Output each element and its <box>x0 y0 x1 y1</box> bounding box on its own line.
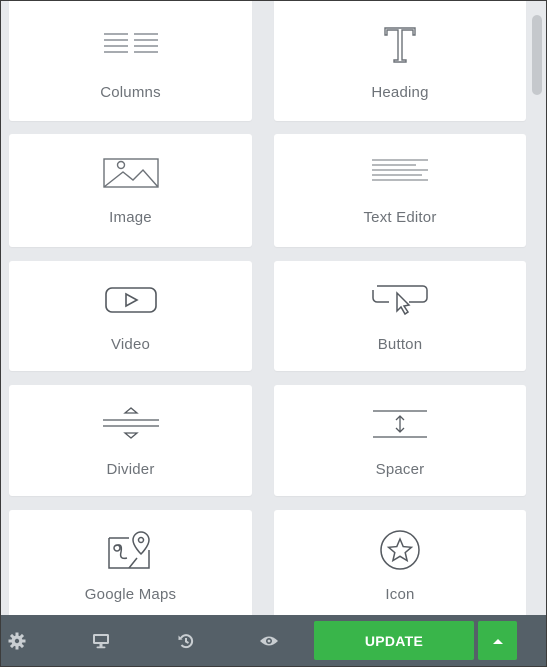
widget-label: Button <box>377 336 423 353</box>
widget-label: Text Editor <box>363 209 437 226</box>
google-maps-icon <box>107 531 150 569</box>
save-options-button[interactable] <box>478 621 517 660</box>
spacer-icon <box>373 410 427 438</box>
heading-icon <box>384 27 416 63</box>
widget-label: Icon <box>385 586 415 603</box>
preview-button[interactable] <box>249 615 289 666</box>
history-icon <box>178 633 194 648</box>
widget-label: Divider <box>106 461 155 478</box>
widget-label: Image <box>109 209 152 226</box>
image-icon <box>102 158 159 188</box>
panel-footer: UPDATE <box>1 615 546 666</box>
caret-up-icon <box>492 638 503 644</box>
text-editor-icon <box>372 159 428 181</box>
widget-text-editor[interactable]: Text Editor <box>274 134 526 247</box>
preview-icon <box>260 636 278 645</box>
widget-divider[interactable]: Divider <box>9 385 252 496</box>
widget-spacer[interactable]: Spacer <box>274 385 526 496</box>
widget-label: Columns <box>100 84 161 101</box>
responsive-mode-icon <box>93 633 109 648</box>
widget-label: Spacer <box>375 461 425 478</box>
widget-video[interactable]: Video <box>9 261 252 371</box>
responsive-mode-button[interactable] <box>81 615 121 666</box>
settings-icon <box>8 632 26 649</box>
widget-google-maps[interactable]: Google Maps <box>9 510 252 615</box>
scrollbar-thumb[interactable] <box>532 15 542 95</box>
widget-button[interactable]: Button <box>274 261 526 371</box>
widget-label: Heading <box>371 84 429 101</box>
button-icon <box>372 285 428 316</box>
video-icon <box>104 287 157 313</box>
widget-label: Video <box>110 336 151 353</box>
widget-heading[interactable]: Heading <box>274 1 526 121</box>
update-button-label: UPDATE <box>364 632 424 649</box>
update-button[interactable]: UPDATE <box>314 621 474 660</box>
widgets-panel: Columns Heading Image Text Editor Video … <box>1 1 546 615</box>
columns-icon <box>103 33 158 53</box>
star-icon <box>380 530 420 570</box>
settings-button[interactable] <box>1 615 37 666</box>
widget-image[interactable]: Image <box>9 134 252 247</box>
divider-icon <box>102 407 159 439</box>
widget-icon[interactable]: Icon <box>274 510 526 615</box>
history-button[interactable] <box>166 615 206 666</box>
elementor-panel: Columns Heading Image Text Editor Video … <box>0 0 547 667</box>
widget-columns[interactable]: Columns <box>9 1 252 121</box>
widget-label: Google Maps <box>84 586 177 603</box>
